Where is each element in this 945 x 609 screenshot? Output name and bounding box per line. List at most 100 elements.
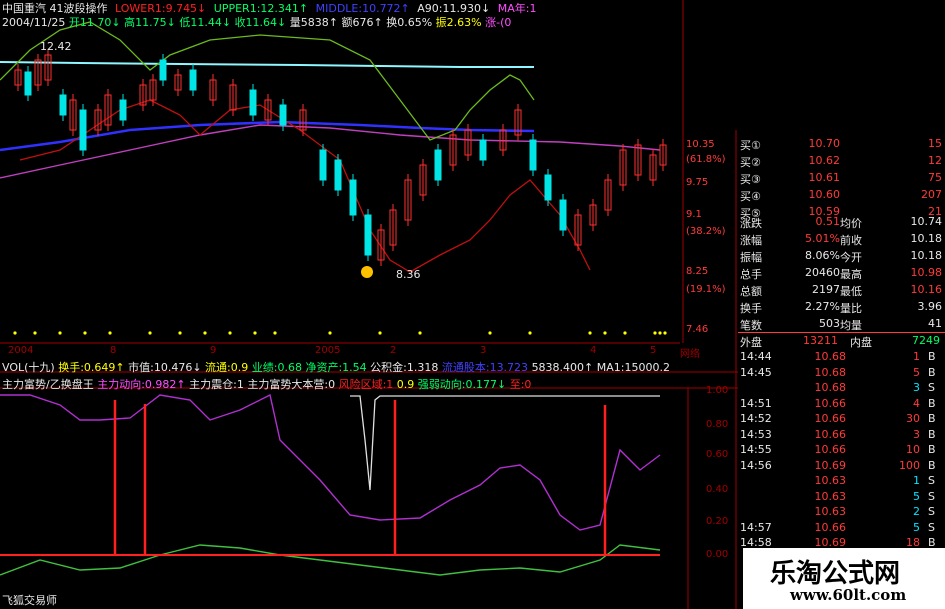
stat-row: 总手 20460 最高 10.98 xyxy=(740,266,945,281)
price-axis-label: (61.8%) xyxy=(686,154,726,165)
inner-label: 内盘 xyxy=(850,336,872,349)
tick-volume: 2 xyxy=(913,505,920,518)
indicator-axis-label: 1.00 xyxy=(706,385,729,396)
candle-body xyxy=(24,71,32,96)
tick-time: 14:57 xyxy=(740,520,772,534)
bar-amount: 额676↑ xyxy=(341,16,383,29)
stat-value: 10.18 xyxy=(910,249,943,262)
stat-value: 2197 xyxy=(812,283,840,296)
stat-value: 41 xyxy=(928,317,942,330)
indicator-shakeout: 主力震仓:1 xyxy=(189,378,244,391)
outer-label: 外盘 xyxy=(740,336,762,349)
candle-body xyxy=(189,69,197,91)
signal-dot xyxy=(653,331,657,335)
date-tick-label: 9 xyxy=(210,345,217,356)
signal-dot xyxy=(108,331,112,335)
stat-key: 振幅 xyxy=(740,251,762,264)
signal-dot xyxy=(528,331,532,335)
tick-row[interactable]: 14:55 10.66 10 B xyxy=(740,443,945,458)
bar-low: 低11.44↓ xyxy=(179,16,232,29)
tick-side: B xyxy=(928,396,936,410)
outer-inner-row: 外盘 13211 内盘 7249 xyxy=(738,332,945,349)
vol-float: 流通:0.9 xyxy=(205,361,249,374)
tick-side: B xyxy=(928,412,936,425)
tick-row[interactable]: 10.63 1 S xyxy=(740,474,945,489)
signal-dot xyxy=(83,331,87,335)
tick-volume: 3 xyxy=(913,381,920,394)
signal-dot xyxy=(488,331,492,335)
stat-key: 前收 xyxy=(840,234,862,247)
tick-volume: 5 xyxy=(913,489,920,503)
indicator-risk: 风险区域:1 xyxy=(338,378,394,391)
stat-row: 涨幅 5.01% 前收 10.18 xyxy=(740,232,945,247)
tick-price: 10.66 xyxy=(814,396,847,410)
stat-key: 均量 xyxy=(840,319,862,332)
indicator-main-trend: 主力动向:0.982↑ xyxy=(97,378,186,391)
signal-dot xyxy=(588,331,592,335)
indicator-axis-label: 0.00 xyxy=(706,549,729,560)
tick-time: 14:52 xyxy=(740,412,772,425)
tick-row[interactable]: 14:44 10.68 1 B xyxy=(740,350,945,365)
bid-label: 买① xyxy=(740,139,761,152)
candle-body xyxy=(364,214,372,256)
stat-key: 最高 xyxy=(840,268,862,281)
tick-row[interactable]: 14:57 10.66 5 S xyxy=(740,521,945,536)
signal-dot xyxy=(273,331,277,335)
candle-body xyxy=(59,94,67,116)
bar-turnover: 换0.65% xyxy=(386,16,433,29)
stat-value: 20460 xyxy=(805,266,840,279)
signal-dot xyxy=(58,331,62,335)
tick-side: S xyxy=(928,489,935,503)
price-axis-label: 9.1 xyxy=(686,209,702,220)
tick-time: 14:51 xyxy=(740,396,772,410)
tick-volume: 4 xyxy=(913,396,920,410)
vol-value: 5838.400↑ xyxy=(531,361,594,374)
indicator-axis-label: 0.60 xyxy=(706,449,729,460)
header-row-2: 2004/11/25 开11.70↓ 高11.75↓ 低11.44↓ 收11.6… xyxy=(2,14,511,30)
indicator-axis-label: 0.40 xyxy=(706,484,729,495)
tick-row[interactable]: 14:52 10.66 30 B xyxy=(740,412,945,427)
stat-key: 量比 xyxy=(840,302,862,315)
tick-row[interactable]: 10.68 3 S xyxy=(740,381,945,396)
tick-side: S xyxy=(928,505,935,518)
bid-label: 买③ xyxy=(740,173,761,186)
bid-row: 买③ 10.61 75 xyxy=(740,171,945,186)
indicator-strength: 强弱动向:0.177↓ xyxy=(417,378,507,391)
date-tick-label: 2004 xyxy=(8,345,34,356)
tick-price: 10.63 xyxy=(814,489,847,503)
bar-date: 2004/11/25 xyxy=(2,16,66,29)
tick-row[interactable]: 14:53 10.66 3 B xyxy=(740,428,945,443)
tick-price: 10.68 xyxy=(814,365,847,379)
stat-row: 笔数 503 均量 41 xyxy=(740,317,945,332)
bid-row: 买④ 10.60 207 xyxy=(740,188,945,203)
candle-body xyxy=(479,139,487,161)
candle-body xyxy=(434,149,442,181)
tick-volume: 100 xyxy=(899,458,920,472)
vol-ma1: MA1:15000.2 xyxy=(596,361,670,374)
tick-row[interactable]: 14:45 10.68 5 B xyxy=(740,366,945,381)
indicator-name: 主力富势/乙换盘王 xyxy=(2,378,94,391)
candle-body xyxy=(119,99,127,121)
date-tick-label: 5 xyxy=(650,345,657,356)
tick-volume: 5 xyxy=(913,520,920,534)
date-tick-label: 2005 xyxy=(315,345,341,356)
tick-time: 14:45 xyxy=(740,365,772,379)
stat-key: 涨幅 xyxy=(740,234,762,247)
bid-label: 买② xyxy=(740,156,761,169)
tick-row[interactable]: 10.63 2 S xyxy=(740,505,945,520)
brand-label: 飞狐交易师 xyxy=(2,594,57,607)
bar-high: 高11.75↓ xyxy=(124,16,176,29)
tick-row[interactable]: 14:56 10.69 100 B xyxy=(740,459,945,474)
vol-info-bar: VOL(十九) 换手:0.649↑ 市值:10.476↓ 流通:0.9 业绩:0… xyxy=(2,359,670,375)
tick-row[interactable]: 10.63 5 S xyxy=(740,490,945,505)
tick-time: 14:53 xyxy=(740,427,772,441)
signal-dot xyxy=(148,331,152,335)
bid-volume: 15 xyxy=(928,137,942,150)
stat-value: 10.74 xyxy=(910,215,943,228)
tick-row[interactable]: 14:51 10.66 4 B xyxy=(740,397,945,412)
tick-side: S xyxy=(928,381,935,394)
candle-body xyxy=(559,199,567,231)
upper-band-line xyxy=(0,61,534,68)
indicator-value: 0.9 xyxy=(396,378,415,391)
stat-key: 今开 xyxy=(840,251,862,264)
